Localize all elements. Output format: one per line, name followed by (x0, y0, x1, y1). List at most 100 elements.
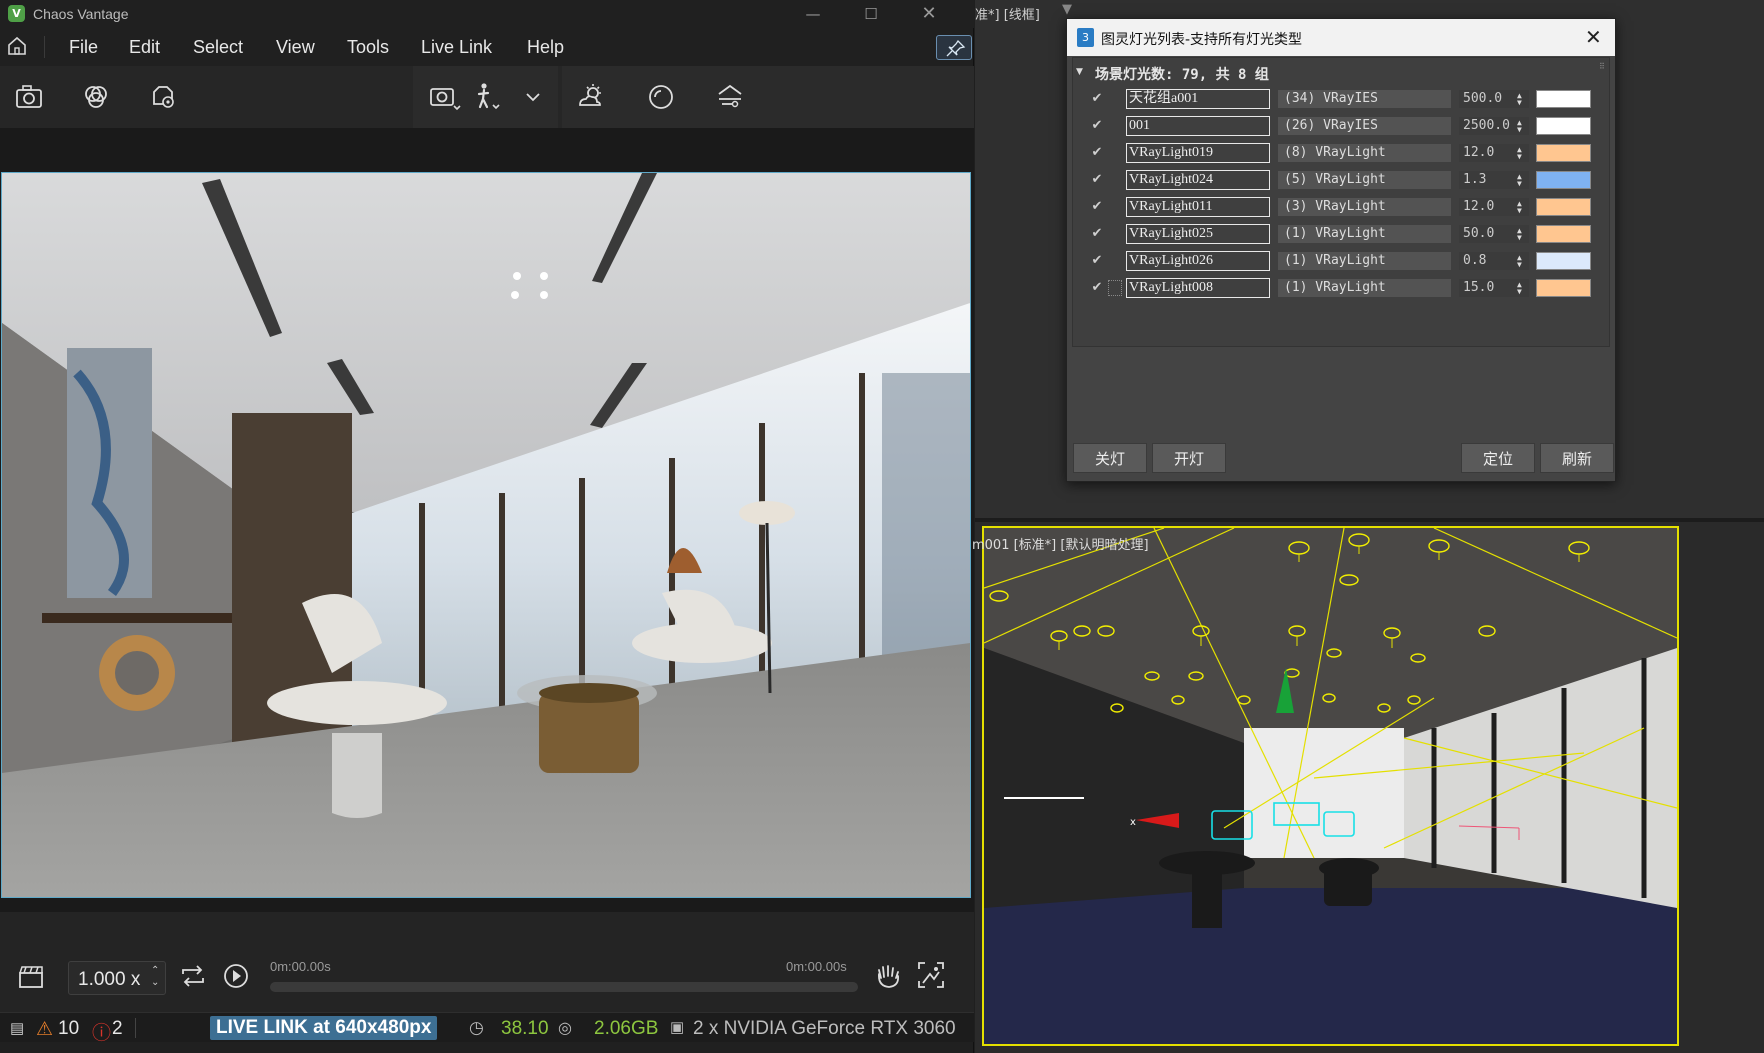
environment-settings-icon[interactable] (146, 80, 180, 114)
light-multiplier-spinner[interactable]: 500.0 ▲ ▼ (1459, 90, 1529, 108)
loop-icon[interactable] (177, 960, 209, 992)
light-multiplier-spinner[interactable]: 2500.0 ▲ ▼ (1459, 117, 1529, 135)
vantage-logo-icon: V (8, 5, 25, 22)
spinner-arrows-icon[interactable]: ▲ ▼ (1517, 119, 1522, 134)
perspective-viewport[interactable]: m001 [标准*] [默认明暗处理] x (972, 522, 1764, 1053)
spinner-arrows-icon[interactable]: ▲ ▼ (1517, 146, 1522, 161)
light-color-swatch[interactable] (1536, 117, 1591, 135)
spinner-arrows-icon[interactable]: ▲ ▼ (1517, 173, 1522, 188)
wireframe-scene[interactable]: x (982, 526, 1679, 1046)
live-link-badge[interactable]: LIVE LINK at 640x480px (210, 1016, 438, 1040)
light-color-swatch[interactable] (1536, 171, 1591, 189)
light-color-swatch[interactable] (1536, 198, 1591, 216)
hand-pan-icon[interactable] (872, 958, 906, 992)
menu-file[interactable]: File (69, 37, 98, 58)
light-type-button[interactable]: (1) VRayLight (1278, 225, 1451, 243)
light-multiplier-spinner[interactable]: 50.0 ▲ ▼ (1459, 225, 1529, 243)
light-name-field[interactable]: VRayLight025 (1126, 224, 1270, 244)
light-checkbox[interactable]: ✔ (1090, 227, 1104, 241)
spinner-arrows-icon[interactable]: ▲ ▼ (1517, 254, 1522, 269)
close-icon[interactable]: ✕ (900, 0, 958, 28)
collapse-triangle-icon[interactable]: ▼ (1076, 67, 1083, 77)
light-multiplier-value: 1.3 (1463, 172, 1487, 187)
perspective-viewport-label[interactable]: m001 [标准*] [默认明暗处理] (972, 534, 1149, 553)
light-name-field[interactable]: 天花组a001 (1126, 89, 1270, 109)
light-type-button[interactable]: (1) VRayLight (1278, 279, 1451, 297)
warning-icon[interactable]: ⚠ (36, 1018, 53, 1041)
locate-button[interactable]: 定位 (1461, 443, 1535, 473)
render-quality-icon[interactable] (644, 80, 678, 114)
light-checkbox[interactable]: ✔ (1090, 119, 1104, 133)
region-render-icon[interactable] (914, 958, 948, 992)
light-checkbox[interactable]: ✔ (1090, 254, 1104, 268)
spinner-arrows-icon[interactable]: ▲ ▼ (1517, 200, 1522, 215)
light-type-button[interactable]: (34) VRayIES (1278, 90, 1451, 108)
light-multiplier-spinner[interactable]: 1.3 ▲ ▼ (1459, 171, 1529, 189)
light-color-swatch[interactable] (1536, 90, 1591, 108)
menu-edit[interactable]: Edit (129, 37, 160, 58)
menu-view[interactable]: View (276, 37, 315, 58)
light-multiplier-spinner[interactable]: 12.0 ▲ ▼ (1459, 198, 1529, 216)
spinner-arrows-icon[interactable]: ▲ ▼ (1517, 92, 1522, 107)
menu-help[interactable]: Help (527, 37, 564, 58)
sun-cloud-icon[interactable] (574, 80, 608, 114)
snapshot-camera-icon[interactable] (12, 80, 46, 114)
light-type-button[interactable]: (3) VRayLight (1278, 198, 1451, 216)
clock-icon: ◷ (469, 1018, 484, 1037)
minimize-icon[interactable]: — (784, 0, 842, 28)
light-checkbox[interactable]: ✔ (1090, 173, 1104, 187)
speed-spinner-icon[interactable]: ⌃ ⌄ (151, 965, 159, 989)
camera-view-icon[interactable] (427, 80, 461, 114)
timeline-scrubber[interactable] (270, 982, 858, 992)
light-color-swatch[interactable] (1536, 279, 1591, 297)
light-type-button[interactable]: (5) VRayLight (1278, 171, 1451, 189)
post-effects-icon[interactable] (713, 80, 747, 114)
log-icon[interactable]: ▤ (10, 1019, 24, 1037)
light-name-field[interactable]: VRayLight024 (1126, 170, 1270, 190)
dialog-title-bar[interactable]: 3 图灵灯光列表-支持所有灯光类型 ✕ (1067, 19, 1615, 56)
refresh-button[interactable]: 刷新 (1540, 443, 1614, 473)
light-checkbox[interactable]: ✔ (1090, 92, 1104, 106)
light-checkbox[interactable]: ✔ (1090, 281, 1104, 295)
spinner-arrows-icon[interactable]: ▲ ▼ (1517, 281, 1522, 296)
playback-speed-field[interactable]: 1.000 x ⌃ ⌄ (68, 961, 166, 995)
pin-button[interactable] (936, 35, 972, 60)
render-viewport[interactable] (0, 128, 974, 912)
light-color-swatch[interactable] (1536, 225, 1591, 243)
menu-select[interactable]: Select (193, 37, 243, 58)
error-icon[interactable]: ⓘ (92, 1018, 111, 1045)
menu-tools[interactable]: Tools (347, 37, 389, 58)
play-icon[interactable] (220, 960, 252, 992)
light-multiplier-spinner[interactable]: 0.8 ▲ ▼ (1459, 252, 1529, 270)
light-name-field[interactable]: VRayLight008 (1126, 278, 1270, 298)
light-checkbox[interactable]: ✔ (1090, 146, 1104, 160)
light-name-field[interactable]: VRayLight011 (1126, 197, 1270, 217)
light-name-field[interactable]: VRayLight026 (1126, 251, 1270, 271)
light-name-field[interactable]: VRayLight019 (1126, 143, 1270, 163)
spinner-arrows-icon[interactable]: ▲ ▼ (1517, 227, 1522, 242)
clapperboard-icon[interactable] (16, 962, 46, 992)
light-row: ✔ VRayLight025 (1) VRayLight 50.0 ▲ ▼ (1073, 221, 1611, 247)
walk-mode-icon[interactable] (471, 80, 505, 114)
light-multiplier-spinner[interactable]: 15.0 ▲ ▼ (1459, 279, 1529, 297)
timeline-panel: 1.000 x ⌃ ⌄ 0m:00.00s 0m:00.00s (0, 912, 974, 1012)
lights-on-button[interactable]: 开灯 (1152, 443, 1226, 473)
light-multiplier-spinner[interactable]: 12.0 ▲ ▼ (1459, 144, 1529, 162)
filter-icon[interactable]: ▼ (1062, 2, 1072, 17)
light-name-field[interactable]: 001 (1126, 116, 1270, 136)
light-type-button[interactable]: (1) VRayLight (1278, 252, 1451, 270)
maximize-icon[interactable]: ☐ (842, 0, 900, 28)
chevron-down-icon[interactable] (521, 80, 545, 114)
light-checkbox[interactable]: ✔ (1090, 200, 1104, 214)
rendered-office-scene[interactable] (1, 172, 971, 898)
materials-icon[interactable] (79, 80, 113, 114)
close-icon[interactable]: ✕ (1585, 25, 1602, 49)
light-color-swatch[interactable] (1536, 144, 1591, 162)
light-color-swatch[interactable] (1536, 252, 1591, 270)
light-type-button[interactable]: (26) VRayIES (1278, 117, 1451, 135)
top-viewport-label[interactable]: 准*] [线框] (975, 4, 1040, 23)
light-type-button[interactable]: (8) VRayLight (1278, 144, 1451, 162)
menu-live-link[interactable]: Live Link (421, 37, 492, 58)
lights-off-button[interactable]: 关灯 (1073, 443, 1147, 473)
home-icon[interactable] (6, 35, 28, 57)
